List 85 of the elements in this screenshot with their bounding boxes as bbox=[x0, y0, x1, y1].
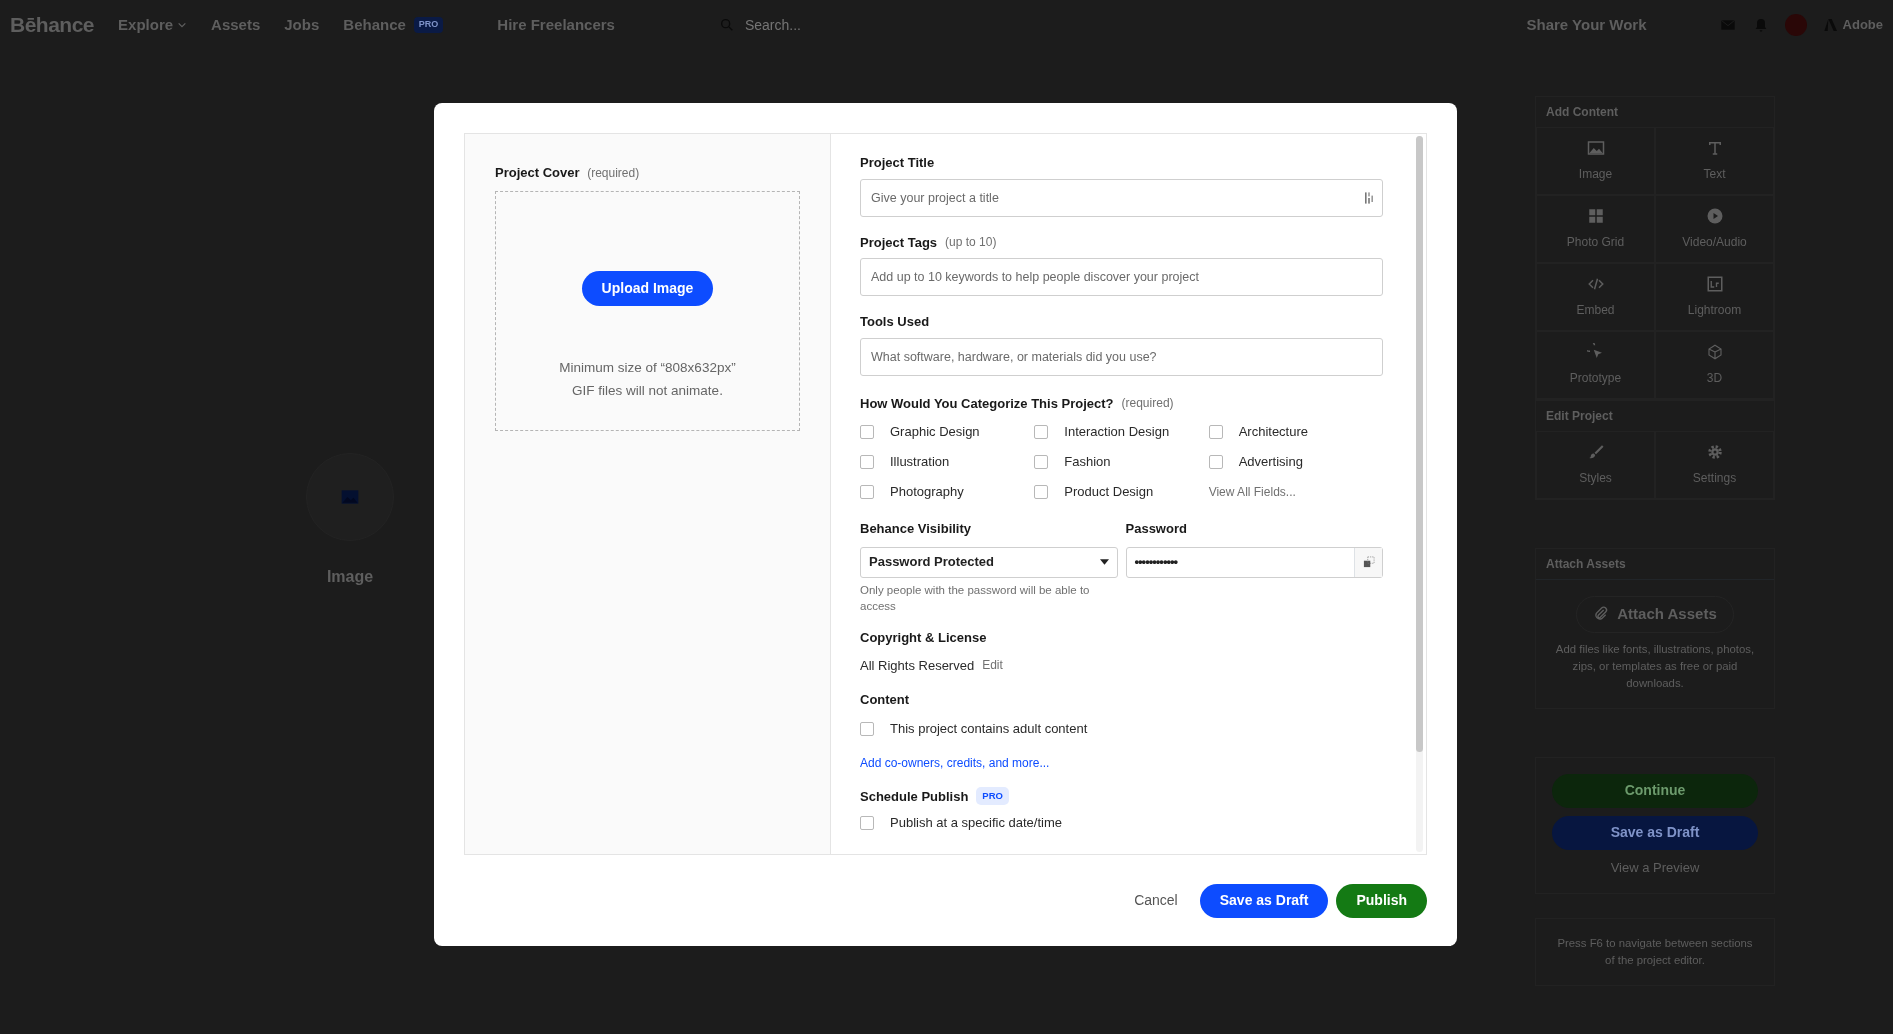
section-title: Add Content bbox=[1545, 104, 1619, 121]
checkbox[interactable] bbox=[1208, 455, 1223, 469]
field-label: Password bbox=[1125, 520, 1188, 538]
checkbox-label[interactable]: Product Design bbox=[1064, 482, 1154, 502]
scrollbar[interactable] bbox=[1416, 136, 1423, 852]
checkbox-label[interactable]: This project contains adult content bbox=[890, 719, 1088, 739]
tool-button[interactable]: Styles bbox=[1536, 431, 1655, 499]
hint-text: Press F6 to navigate between sections of the project editor. bbox=[1535, 918, 1775, 987]
search-field[interactable]: Search... bbox=[742, 13, 943, 37]
save-draft-button[interactable]: Save as Draft bbox=[1552, 815, 1758, 850]
upload-area[interactable]: Upload Image Minimum size of “808x632px” GIF files will not animate. bbox=[495, 190, 800, 431]
caret-icon bbox=[1099, 559, 1109, 565]
upload-hint: GIF files will not animate. bbox=[571, 381, 724, 400]
text-field[interactable]: What software, hardware, or materials did you use? bbox=[860, 337, 1383, 376]
checkbox-label[interactable]: Architecture bbox=[1238, 422, 1309, 442]
help-text: Only people with the password will be able to access bbox=[860, 582, 1091, 614]
field-label: Project Cover bbox=[495, 165, 580, 180]
text-field[interactable]: Add up to 10 keywords to help people discover your project bbox=[860, 258, 1383, 296]
checkbox[interactable] bbox=[860, 721, 874, 736]
grid-icon bbox=[1586, 207, 1605, 225]
pro-badge: PRO bbox=[413, 17, 444, 33]
image-icon bbox=[339, 487, 361, 507]
tool-button[interactable]: Text bbox=[1655, 127, 1774, 195]
password-field[interactable]: •••••••••••• bbox=[1125, 546, 1383, 578]
tool-button[interactable]: Lightroom bbox=[1655, 263, 1774, 331]
image-icon bbox=[1586, 139, 1605, 157]
checkbox[interactable] bbox=[860, 485, 874, 499]
upload-hint: Minimum size of “808x632px” bbox=[559, 358, 736, 377]
tool-button[interactable]: Prototype bbox=[1536, 331, 1655, 399]
copy-button[interactable] bbox=[1354, 547, 1382, 577]
checkbox[interactable] bbox=[1034, 425, 1049, 439]
checkbox-label[interactable]: Advertising bbox=[1238, 452, 1303, 472]
save-draft-button[interactable]: Save as Draft bbox=[1199, 883, 1329, 918]
field-label: Content bbox=[860, 690, 910, 709]
visibility-select[interactable]: Password Protected bbox=[860, 546, 1118, 578]
view-all-link[interactable]: View All Fields... bbox=[1208, 483, 1296, 501]
checkbox-label[interactable]: Fashion bbox=[1064, 452, 1111, 472]
field-label: How Would You Categorize This Project? bbox=[860, 394, 1114, 413]
edit-link[interactable]: Edit bbox=[982, 656, 1003, 676]
checkbox[interactable] bbox=[860, 815, 874, 830]
required-note: (required) bbox=[1121, 395, 1174, 413]
tool-button[interactable]: Photo Grid bbox=[1536, 195, 1655, 263]
chevron-icon bbox=[177, 20, 188, 30]
section-title: Attach Assets bbox=[1536, 549, 1774, 580]
field-label: Project Tags bbox=[860, 233, 938, 252]
extension-icon bbox=[1363, 189, 1375, 206]
pro-badge: PRO bbox=[976, 787, 1009, 806]
tool-button[interactable]: Image bbox=[1536, 127, 1655, 195]
license-value: All Rights Reserved bbox=[860, 657, 975, 675]
tool-button[interactable]: Video/Audio bbox=[1655, 195, 1774, 263]
required-note: (required) bbox=[587, 166, 640, 180]
checkbox-label[interactable]: Interaction Design bbox=[1064, 422, 1170, 442]
checkbox-label[interactable]: Graphic Design bbox=[890, 422, 980, 442]
field-label: Schedule Publish bbox=[860, 787, 969, 806]
tool-button[interactable]: Settings bbox=[1655, 431, 1774, 499]
block-label: Image bbox=[326, 567, 374, 587]
checkbox-label[interactable]: Photography bbox=[890, 482, 964, 502]
cube-icon bbox=[1705, 343, 1724, 361]
checkbox-label[interactable]: Illustration bbox=[890, 452, 950, 472]
continue-button[interactable]: Continue bbox=[1552, 773, 1758, 808]
paperclip-icon bbox=[1593, 606, 1610, 623]
field-label: Project Title bbox=[860, 154, 935, 172]
square-icon bbox=[1705, 275, 1724, 293]
field-label: Tools Used bbox=[860, 313, 930, 331]
nav-link[interactable]: Behance PRO bbox=[343, 13, 444, 37]
text-field[interactable]: Give your project a title bbox=[860, 178, 1383, 217]
field-label: Behance Visibility bbox=[860, 520, 973, 538]
cancel-button[interactable]: Cancel bbox=[1128, 889, 1184, 912]
play-icon bbox=[1705, 207, 1724, 225]
checkbox[interactable] bbox=[1208, 425, 1223, 439]
checkbox[interactable] bbox=[860, 425, 874, 439]
field-label: Copyright & License bbox=[860, 628, 987, 647]
checkbox[interactable] bbox=[860, 455, 874, 469]
more-options-link[interactable]: Add co-owners, credits, and more... bbox=[860, 753, 1050, 772]
preview-link[interactable]: View a Preview bbox=[1552, 857, 1758, 878]
section-title: Edit Project bbox=[1545, 408, 1614, 425]
checkbox[interactable] bbox=[1034, 485, 1049, 499]
publish-button[interactable]: Publish bbox=[1336, 883, 1427, 918]
checkbox-label[interactable]: Publish at a specific date/time bbox=[890, 813, 1062, 833]
settings-icon bbox=[1705, 443, 1724, 461]
brand-name: Adobe bbox=[1842, 16, 1883, 35]
copy-icon bbox=[1361, 555, 1376, 569]
upload-button[interactable]: Upload Image bbox=[581, 270, 714, 306]
required-note: (up to 10) bbox=[945, 234, 997, 252]
checkbox[interactable] bbox=[1034, 455, 1049, 469]
